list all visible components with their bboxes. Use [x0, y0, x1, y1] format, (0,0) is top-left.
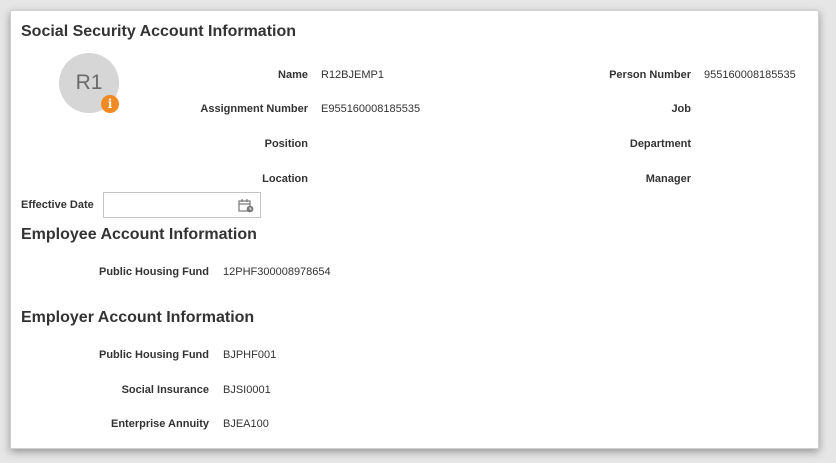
assignment-number-value: E955160008185535: [321, 103, 421, 115]
name-value: R12BJEMP1: [321, 69, 384, 81]
effective-date-input[interactable]: [106, 195, 234, 215]
employee-account-title: Employee Account Information: [21, 226, 257, 243]
employer-public-housing-fund-value: BJPHF001: [223, 349, 277, 361]
calendar-icon[interactable]: [238, 198, 254, 213]
person-number-value: 955160008185535: [704, 69, 796, 81]
department-label: Department: [629, 138, 691, 150]
job-label: Job: [671, 103, 691, 115]
employer-account-title: Employer Account Information: [21, 309, 255, 326]
social-insurance-label: Social Insurance: [121, 384, 209, 396]
enterprise-annuity-label: Enterprise Annuity: [111, 418, 209, 430]
avatar-initials: R1: [75, 71, 103, 94]
page-title: Social Security Account Information: [21, 23, 297, 40]
effective-date-label: Effective Date: [21, 199, 94, 211]
social-insurance-value: BJSI0001: [223, 384, 271, 396]
effective-date-field[interactable]: [103, 192, 261, 218]
social-security-panel: Social Security Account Information R1 i…: [10, 10, 819, 449]
employer-public-housing-fund-label: Public Housing Fund: [99, 349, 209, 361]
info-icon[interactable]: i: [101, 95, 119, 113]
assignment-number-label: Assignment Number: [200, 103, 308, 115]
manager-label: Manager: [645, 173, 691, 185]
person-number-label: Person Number: [609, 69, 691, 81]
employee-public-housing-fund-label: Public Housing Fund: [99, 266, 209, 278]
enterprise-annuity-value: BJEA100: [223, 418, 269, 430]
employee-public-housing-fund-value: 12PHF300008978654: [223, 266, 331, 278]
position-label: Position: [264, 138, 308, 150]
location-label: Location: [262, 173, 308, 185]
name-label: Name: [278, 69, 308, 81]
